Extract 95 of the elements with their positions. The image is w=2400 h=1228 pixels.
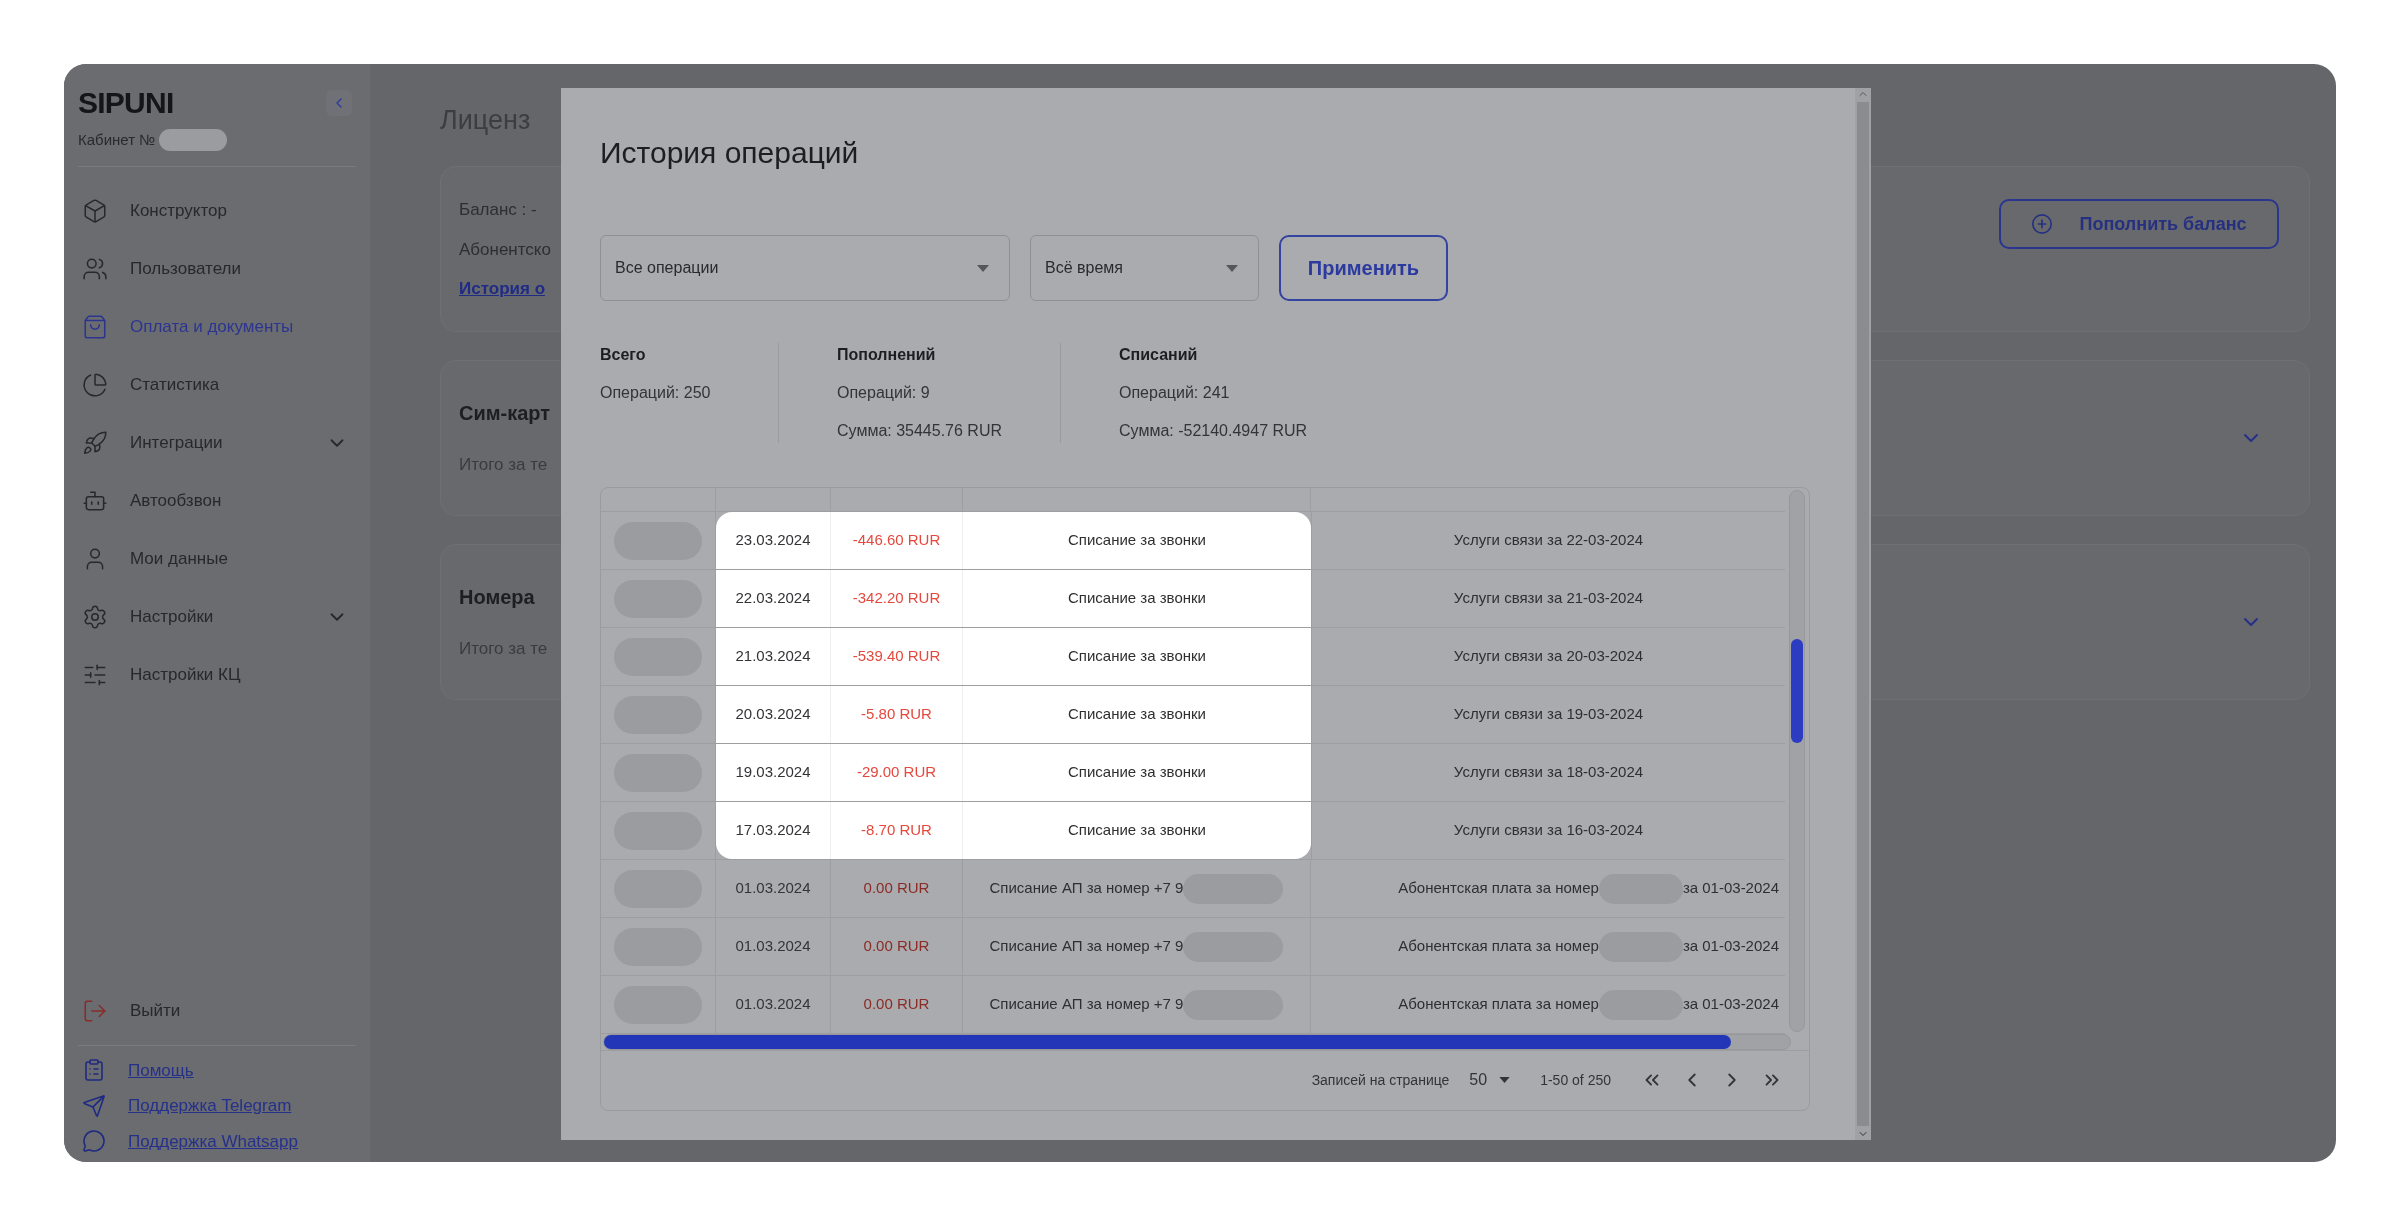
plus-circle-icon xyxy=(2031,213,2054,235)
section-title: Сим-карт xyxy=(459,401,551,427)
description-cell: Списание за звонки xyxy=(963,570,1311,627)
chat-bubble-icon xyxy=(82,1129,106,1154)
date-cell: 23.03.2024 xyxy=(716,512,831,569)
sidebar-item[interactable]: Интеграции xyxy=(78,420,356,465)
stat-value: Сумма: -52140.4947 RUR xyxy=(1119,421,1308,441)
stat-value: Сумма: 35445.76 RUR xyxy=(837,421,1003,441)
comment-cell: Услуги связи за 16-03-2024 xyxy=(1311,802,1785,859)
sidebar-item[interactable]: Оплата и документы xyxy=(78,304,356,349)
clipboard-icon xyxy=(82,1058,106,1083)
subscription-label: Абонентско xyxy=(459,238,551,261)
table-scrollbar[interactable] xyxy=(1789,490,1805,1032)
comment-cell: Услуги связи за 18-03-2024 xyxy=(1311,744,1785,801)
rocket-icon xyxy=(82,429,108,456)
dialog-scrollbar[interactable] xyxy=(1855,88,1871,1140)
bag-icon xyxy=(82,313,108,340)
sidebar-item[interactable]: Автообзвон xyxy=(78,478,356,523)
support-link[interactable]: Поддержка Whatsapp xyxy=(128,1128,298,1154)
logout-item[interactable]: Выйти xyxy=(78,988,356,1033)
date-cell: 22.03.2024 xyxy=(716,570,831,627)
stat-value: Операций: 250 xyxy=(600,383,712,403)
comment-cell: Услуги связи за 20-03-2024 xyxy=(1311,628,1785,685)
comment-date: за 01-03-2024 xyxy=(1682,936,1779,957)
cube-icon xyxy=(82,197,108,224)
filter-select[interactable]: Все операции xyxy=(600,235,1010,301)
topup-button[interactable]: Пополнить баланс xyxy=(1999,199,2279,249)
horizontal-scrollbar[interactable] xyxy=(603,1034,1791,1050)
stat-title: Пополнений xyxy=(837,345,937,365)
sidebar-item[interactable]: Мои данные xyxy=(78,536,356,581)
description-cell: Списание за звонки xyxy=(963,744,1311,801)
sidebar-item[interactable]: Конструктор xyxy=(78,188,356,233)
dialog-title: История операций xyxy=(600,135,860,171)
section-title: Номера xyxy=(459,585,535,611)
date-cell: 20.03.2024 xyxy=(716,686,831,743)
comment-date: за 01-03-2024 xyxy=(1682,878,1779,899)
date-cell: 01.03.2024 xyxy=(716,918,831,975)
scrollbar-thumb[interactable] xyxy=(1791,639,1803,743)
amount-cell: 0.00 RUR xyxy=(831,976,963,1033)
amount-cell: -446.60 RUR xyxy=(831,512,963,569)
amount-cell: 0.00 RUR xyxy=(831,860,963,917)
paper-plane-icon xyxy=(82,1093,106,1118)
date-cell: 21.03.2024 xyxy=(716,628,831,685)
stat-title: Списаний xyxy=(1119,345,1199,365)
amount-cell: -5.80 RUR xyxy=(831,686,963,743)
description-text: Списание АП за номер +7 9 xyxy=(989,936,1184,957)
description-text: Списание АП за номер +7 9 xyxy=(989,994,1184,1015)
sidebar-item[interactable]: Настройки xyxy=(78,594,356,639)
stat-value: Операций: 241 xyxy=(1119,383,1231,403)
comment-text: Абонентская плата за номер xyxy=(1398,936,1599,957)
description-text: Списание АП за номер +7 9 xyxy=(989,878,1184,899)
dropdown-caret-icon xyxy=(1226,264,1238,272)
per-page-select[interactable]: 50 xyxy=(1469,1068,1511,1093)
comment-cell: Услуги связи за 19-03-2024 xyxy=(1311,686,1785,743)
balance-label: Баланс : - xyxy=(459,199,537,221)
description-cell: Списание за звонки xyxy=(963,628,1311,685)
pie-chart-icon xyxy=(82,371,108,398)
amount-cell: 0.00 RUR xyxy=(831,918,963,975)
horizontal-scrollbar-thumb[interactable] xyxy=(604,1035,1731,1049)
amount-cell: -29.00 RUR xyxy=(831,744,963,801)
page-range: 1-50 of 250 xyxy=(1540,1070,1611,1090)
stat-value: Операций: 9 xyxy=(837,383,931,403)
date-cell: 01.03.2024 xyxy=(716,976,831,1033)
sidebar-item[interactable]: Статистика xyxy=(78,362,356,407)
comment-cell: Услуги связи за 21-03-2024 xyxy=(1311,570,1785,627)
comment-text: Абонентская плата за номер xyxy=(1398,994,1599,1015)
settings-icon xyxy=(82,603,108,630)
support-link[interactable]: Помощь xyxy=(128,1057,194,1083)
amount-cell: -539.40 RUR xyxy=(831,628,963,685)
dropdown-caret-icon xyxy=(1499,1077,1511,1084)
description-cell: Списание за звонки xyxy=(963,512,1311,569)
redacted-block xyxy=(159,129,228,152)
description-cell: Списание за звонки xyxy=(963,802,1311,859)
date-cell: 19.03.2024 xyxy=(716,744,831,801)
amount-cell: -342.20 RUR xyxy=(831,570,963,627)
dropdown-caret-icon xyxy=(977,264,989,272)
comment-date: за 01-03-2024 xyxy=(1682,994,1779,1015)
comment-text: Абонентская плата за номер xyxy=(1398,878,1599,899)
account-label: Кабинет № xyxy=(78,130,156,150)
sidebar-item[interactable]: Настройки КЦ xyxy=(78,652,356,697)
comment-cell: Услуги связи за 22-03-2024 xyxy=(1311,512,1785,569)
amount-cell: -8.70 RUR xyxy=(831,802,963,859)
support-link[interactable]: Поддержка Telegram xyxy=(128,1093,292,1119)
per-page-label: Записей на странице xyxy=(1311,1070,1450,1090)
filter-select[interactable]: Всё время xyxy=(1030,235,1259,301)
sidebar-item[interactable]: Пользователи xyxy=(78,246,356,291)
history-link[interactable]: История о xyxy=(459,276,546,302)
logo: SIPUNI xyxy=(78,85,174,121)
stat-title: Всего xyxy=(600,345,647,365)
apply-button[interactable]: Применить xyxy=(1279,235,1448,301)
description-cell: Списание за звонки xyxy=(963,686,1311,743)
logout-icon xyxy=(82,997,108,1024)
date-cell: 17.03.2024 xyxy=(716,802,831,859)
date-cell: 01.03.2024 xyxy=(716,860,831,917)
collapse-button[interactable] xyxy=(326,89,352,116)
